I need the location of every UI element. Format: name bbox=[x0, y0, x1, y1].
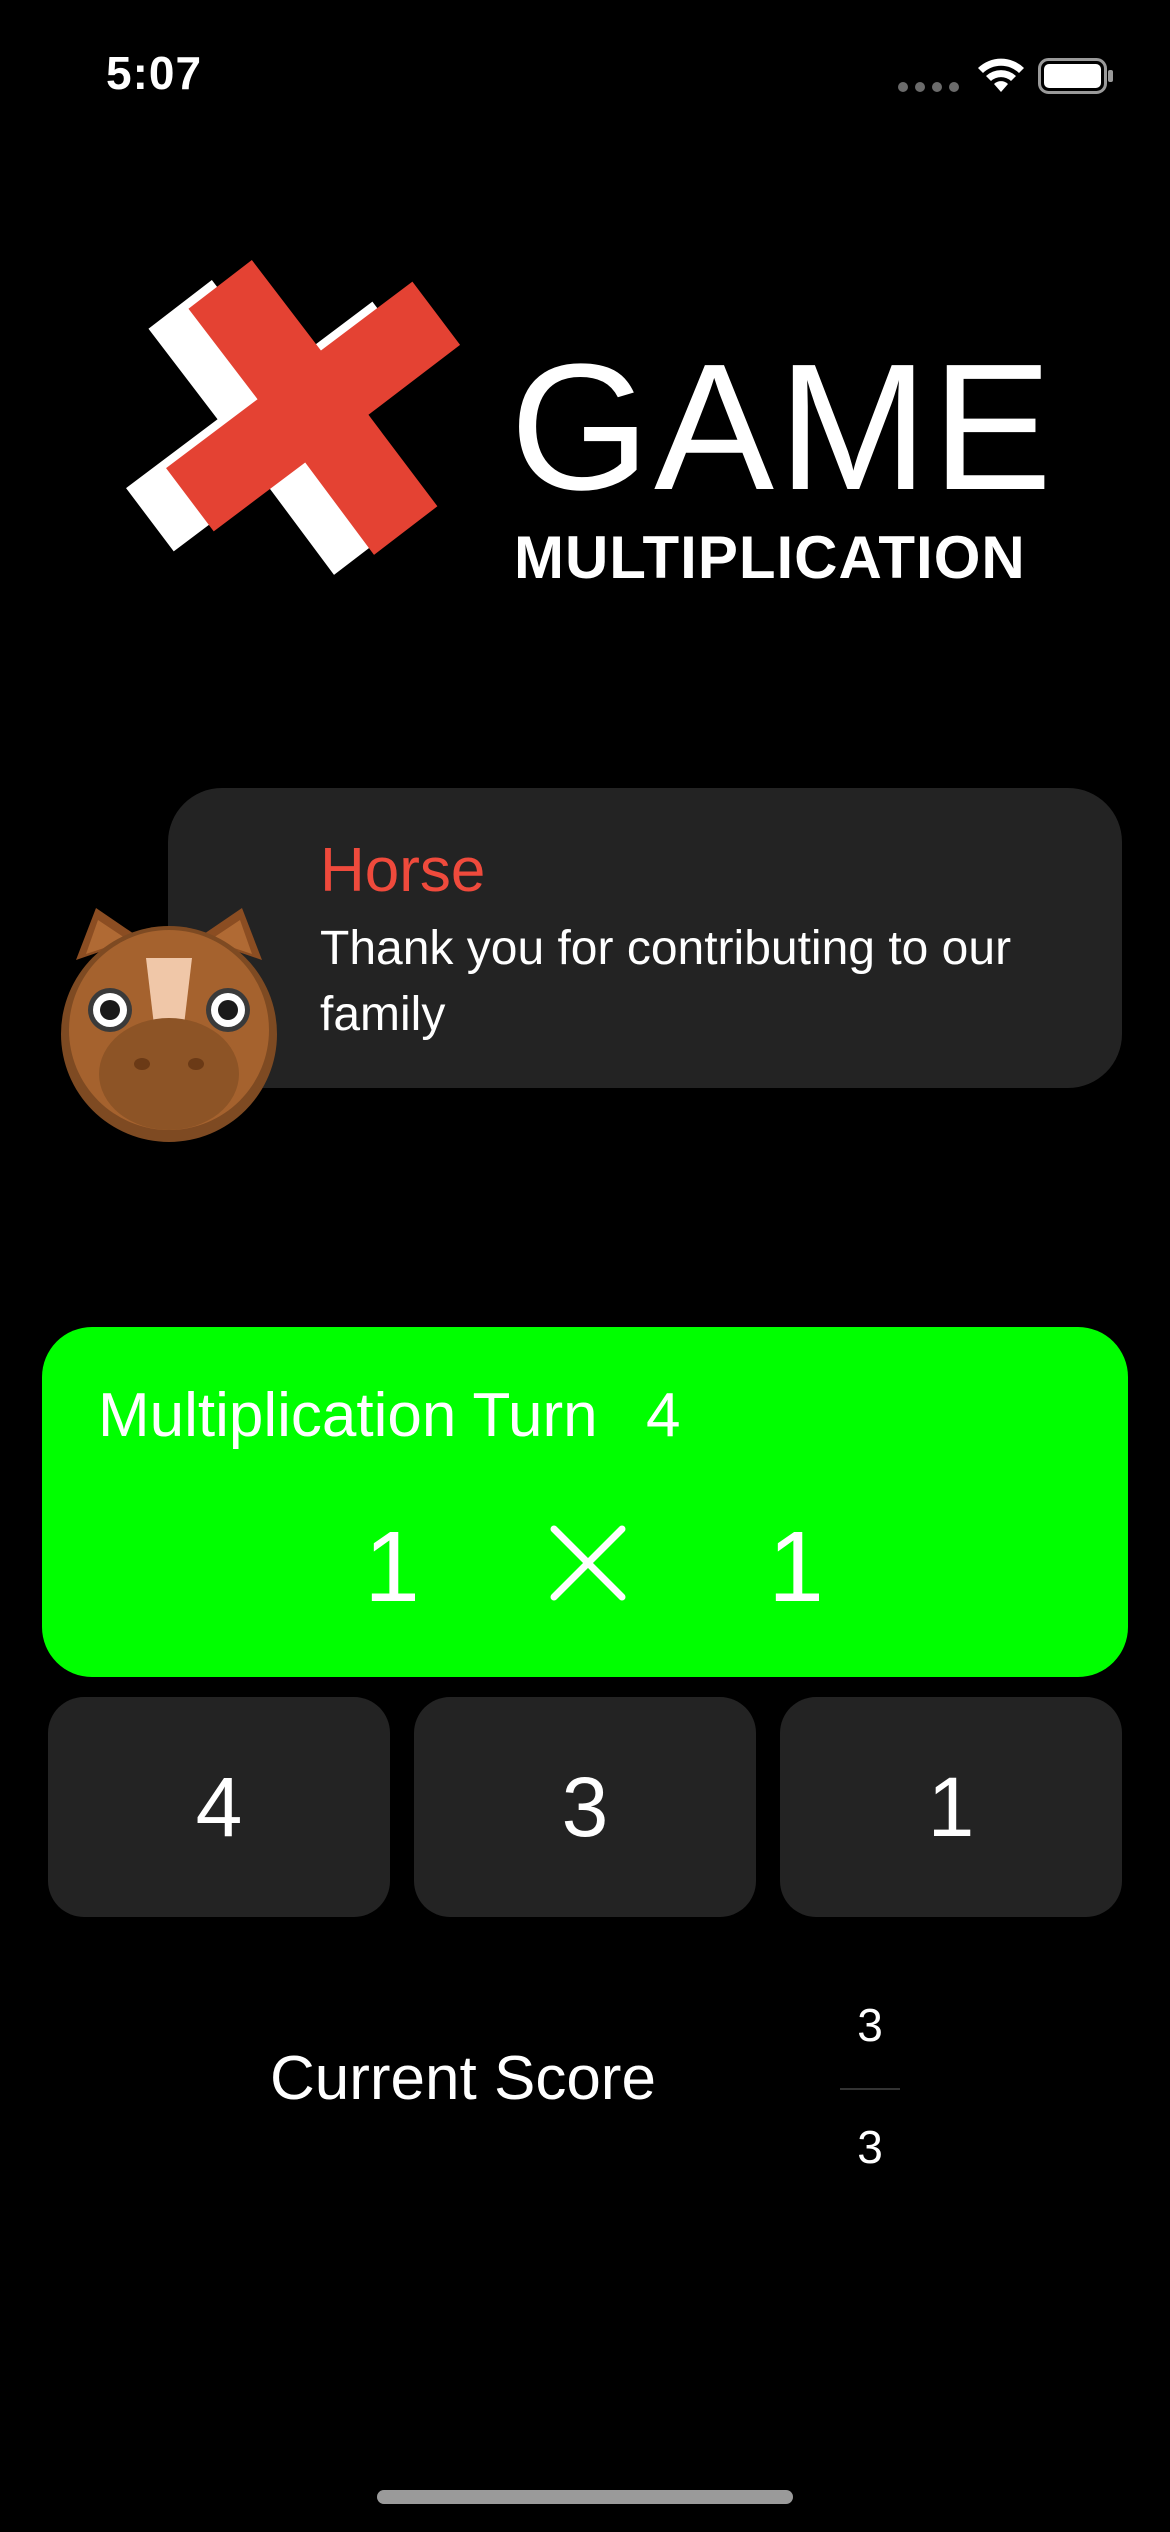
message-body: Thank you for contributing to our family bbox=[320, 922, 1012, 1041]
wifi-icon bbox=[978, 58, 1024, 92]
answer-button[interactable]: 1 bbox=[780, 1697, 1122, 1917]
home-indicator[interactable] bbox=[377, 2490, 793, 2504]
score-divider bbox=[840, 2088, 900, 2090]
game-logo: GAME MULTIPLICATION bbox=[110, 250, 1070, 670]
logo-title: GAME bbox=[510, 327, 1057, 528]
status-bar: 5:07 bbox=[0, 0, 1170, 150]
horse-icon bbox=[61, 908, 277, 1142]
answer-button[interactable]: 3 bbox=[414, 1697, 756, 1917]
operand-a: 1 bbox=[364, 1511, 420, 1623]
multiply-cross-icon bbox=[126, 260, 461, 575]
question-card: Multiplication Turn 4 1 1 bbox=[42, 1327, 1128, 1677]
status-icons bbox=[898, 54, 1118, 98]
message-card: Horse Thank you for contributing to our … bbox=[168, 788, 1122, 1088]
message-title: Horse bbox=[320, 836, 486, 905]
answer-button[interactable]: 4 bbox=[48, 1697, 390, 1917]
multiply-icon bbox=[550, 1525, 626, 1601]
turn-number: 4 bbox=[646, 1381, 681, 1450]
score-numerator: 3 bbox=[857, 1999, 883, 2051]
score-denominator: 3 bbox=[857, 2121, 883, 2173]
score-label: Current Score bbox=[270, 2044, 656, 2113]
battery-icon bbox=[1038, 58, 1113, 94]
turn-label: Multiplication Turn bbox=[98, 1381, 598, 1450]
signal-icon bbox=[898, 82, 960, 92]
status-time: 5:07 bbox=[106, 47, 203, 99]
logo-subtitle: MULTIPLICATION bbox=[514, 524, 1026, 591]
operand-b: 1 bbox=[768, 1511, 824, 1623]
